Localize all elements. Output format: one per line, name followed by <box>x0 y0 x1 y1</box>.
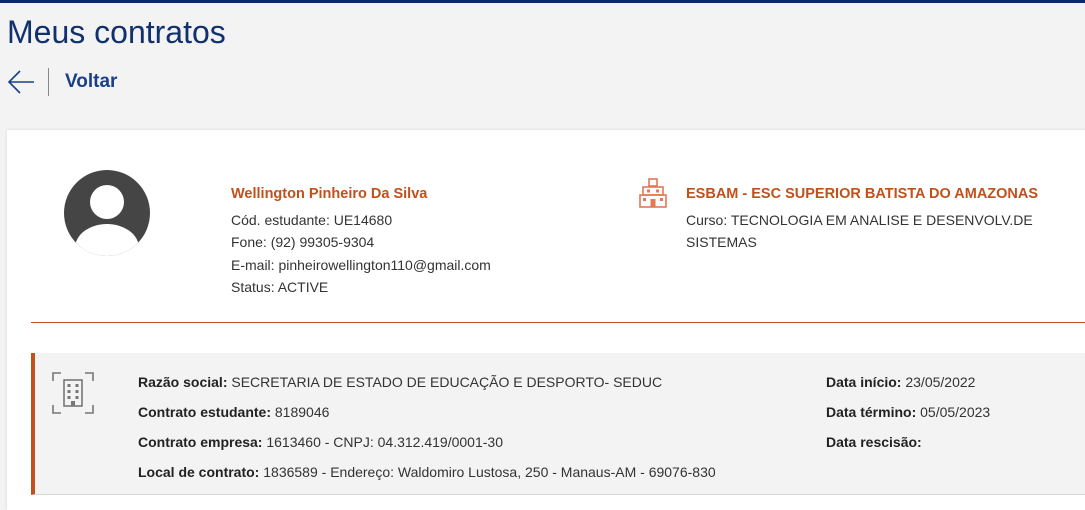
contract-details-panel: Razão social: SECRETARIA DE ESTADO DE ED… <box>31 353 1085 495</box>
contrato-empresa-label: Contrato empresa: <box>138 434 263 450</box>
data-inicio-value: 23/05/2022 <box>905 374 976 390</box>
office-building-icon <box>51 371 95 415</box>
top-accent-bar <box>0 0 1085 3</box>
student-status: Status: ACTIVE <box>231 279 329 295</box>
data-rescisao-row: Data rescisão: <box>826 427 990 457</box>
data-termino-row: Data término: 05/05/2023 <box>826 397 990 427</box>
school-building-icon <box>639 178 667 208</box>
back-button[interactable]: Voltar <box>65 71 117 93</box>
school-course: Curso: TECNOLOGIA EM ANALISE E DESENVOLV… <box>686 211 1033 251</box>
data-termino-label: Data término: <box>826 404 917 420</box>
data-inicio-row: Data início: 23/05/2022 <box>826 367 990 397</box>
student-email: E-mail: pinheirowellington110@gmail.com <box>231 256 491 273</box>
contrato-empresa-row: Contrato empresa: 1613460 - CNPJ: 04.312… <box>138 427 716 457</box>
school-name: ESBAM - ESC SUPERIOR BATISTA DO AMAZONAS <box>686 186 1039 202</box>
local-contrato-label: Local de contrato: <box>138 464 260 480</box>
data-termino-value: 05/05/2023 <box>920 404 991 420</box>
page-title: Meus contratos <box>7 14 226 50</box>
data-inicio-label: Data início: <box>826 374 902 390</box>
local-contrato-row: Local de contrato: 1836589 - Endereço: W… <box>138 457 716 487</box>
section-divider <box>31 322 1085 323</box>
student-phone: Fone: (92) 99305-9304 <box>231 234 375 250</box>
arrow-left-icon[interactable] <box>6 67 36 97</box>
contrato-estudante-value: 8189046 <box>274 404 330 420</box>
back-divider <box>48 68 49 96</box>
student-name: Wellington Pinheiro Da Silva <box>231 186 428 202</box>
contract-main-fields: Razão social: SECRETARIA DE ESTADO DE ED… <box>138 367 716 487</box>
student-info: Wellington Pinheiro Da Silva Cód. estuda… <box>231 183 491 299</box>
razao-social-row: Razão social: SECRETARIA DE ESTADO DE ED… <box>138 367 716 397</box>
student-code: Cód. estudante: UE14680 <box>231 211 393 228</box>
contract-date-fields: Data início: 23/05/2022 Data término: 05… <box>826 367 990 457</box>
user-avatar-icon <box>64 170 150 256</box>
razao-social-value: SECRETARIA DE ESTADO DE EDUCAÇÃO E DESPO… <box>231 374 663 390</box>
back-navigation: Voltar <box>6 66 117 98</box>
data-rescisao-label: Data rescisão: <box>826 434 922 450</box>
contrato-empresa-value: 1613460 - CNPJ: 04.312.419/0001-30 <box>266 434 503 450</box>
razao-social-label: Razão social: <box>138 374 228 390</box>
contrato-estudante-row: Contrato estudante: 8189046 <box>138 397 716 427</box>
contrato-estudante-label: Contrato estudante: <box>138 404 271 420</box>
school-info: ESBAM - ESC SUPERIOR BATISTA DO AMAZONAS… <box>686 183 1046 254</box>
local-contrato-value: 1836589 - Endereço: Waldomiro Lustosa, 2… <box>263 464 716 480</box>
contract-card: Wellington Pinheiro Da Silva Cód. estuda… <box>7 130 1085 510</box>
